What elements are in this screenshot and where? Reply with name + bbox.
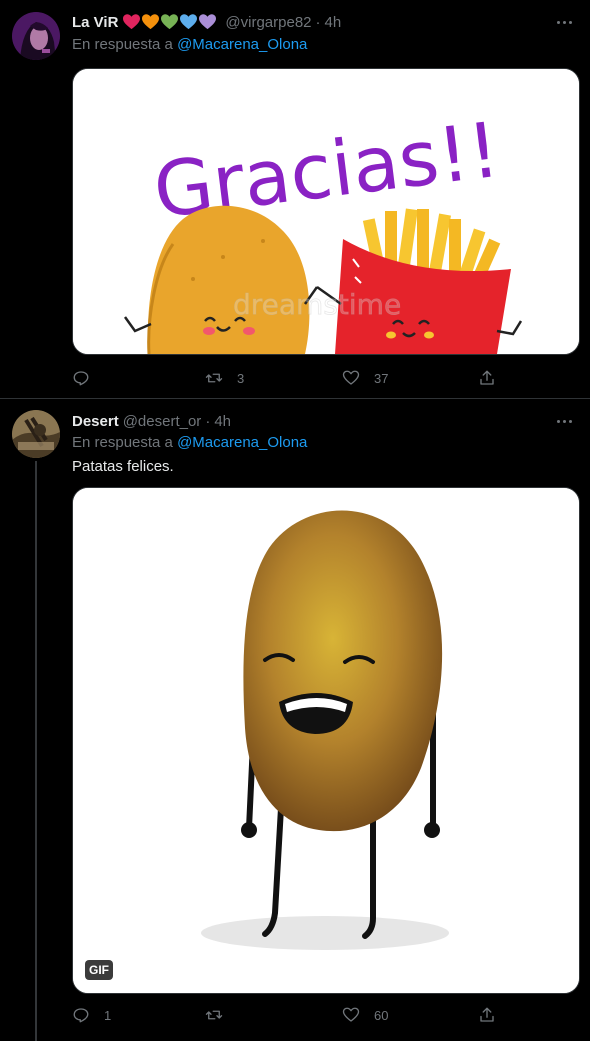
reply-button[interactable]: 1 <box>72 1003 111 1027</box>
timestamp[interactable]: 4h <box>325 14 342 31</box>
tweet-actions: 1 60 <box>72 1003 502 1027</box>
like-count: 37 <box>374 370 389 386</box>
avatar[interactable] <box>12 410 60 458</box>
retweet-count: 3 <box>237 370 245 386</box>
timestamp[interactable]: 4h <box>214 413 231 430</box>
gif-badge: GIF <box>85 960 113 980</box>
like-count: 60 <box>374 1007 389 1023</box>
tweet-image[interactable]: Gracias!! dreamstime <box>72 68 580 355</box>
mention-link[interactable]: @Macarena_Olona <box>177 434 307 451</box>
retweet-button[interactable]: 3 <box>205 366 244 390</box>
thread-line <box>35 461 37 1041</box>
heart-emojis <box>123 14 217 30</box>
heart-icon <box>342 370 360 385</box>
reply-icon <box>73 1008 89 1023</box>
potato-body <box>243 510 443 832</box>
mention-link[interactable]: @Macarena_Olona <box>177 36 307 53</box>
reply-prefix: En respuesta a <box>72 434 173 451</box>
reply-context: En respuesta a @Macarena_Olona <box>72 434 307 451</box>
share-button[interactable] <box>478 1003 496 1027</box>
purple-heart-icon <box>199 14 217 30</box>
retweet-button[interactable] <box>205 1003 237 1027</box>
tweet-text: Patatas felices. <box>72 458 174 475</box>
like-button[interactable]: 60 <box>342 1003 388 1027</box>
blue-heart-icon <box>180 14 198 30</box>
more-icon[interactable] <box>552 411 576 431</box>
user-handle[interactable]: @desert_or <box>123 413 202 430</box>
reply-button[interactable] <box>72 366 104 390</box>
watermark-text: dreamstime <box>233 288 401 321</box>
separator-dot: · <box>315 13 321 31</box>
more-icon[interactable] <box>552 12 576 32</box>
display-name[interactable]: Desert <box>72 413 119 430</box>
display-name[interactable]: La ViR <box>72 14 118 31</box>
reply-context: En respuesta a @Macarena_Olona <box>72 36 307 53</box>
share-icon <box>480 370 494 385</box>
like-button[interactable]: 37 <box>342 366 388 390</box>
tweet-header: La ViR @virgarpe82 · 4h <box>72 11 550 33</box>
share-icon <box>480 1007 494 1022</box>
separator-dot: · <box>205 412 211 430</box>
share-button[interactable] <box>478 366 496 390</box>
red-heart-icon <box>123 14 141 30</box>
tweet-header: Desert @desert_or · 4h <box>72 410 550 432</box>
shadow <box>201 916 449 950</box>
tweet-actions: 3 37 <box>72 366 502 390</box>
heart-icon <box>342 1007 360 1022</box>
retweet-icon <box>205 373 223 383</box>
tweet-gif[interactable]: GIF <box>72 487 580 994</box>
user-handle[interactable]: @virgarpe82 <box>225 14 311 31</box>
green-heart-icon <box>161 14 179 30</box>
tweet[interactable]: La ViR @virgarpe82 · 4h En respuesta a @… <box>0 0 590 399</box>
reply-prefix: En respuesta a <box>72 36 173 53</box>
tweet[interactable]: Desert @desert_or · 4h En respuesta a @M… <box>0 399 590 1041</box>
reply-icon <box>73 371 89 386</box>
retweet-icon <box>205 1010 223 1020</box>
orange-heart-icon <box>142 14 160 30</box>
reply-count: 1 <box>104 1007 112 1023</box>
avatar[interactable] <box>12 12 60 60</box>
